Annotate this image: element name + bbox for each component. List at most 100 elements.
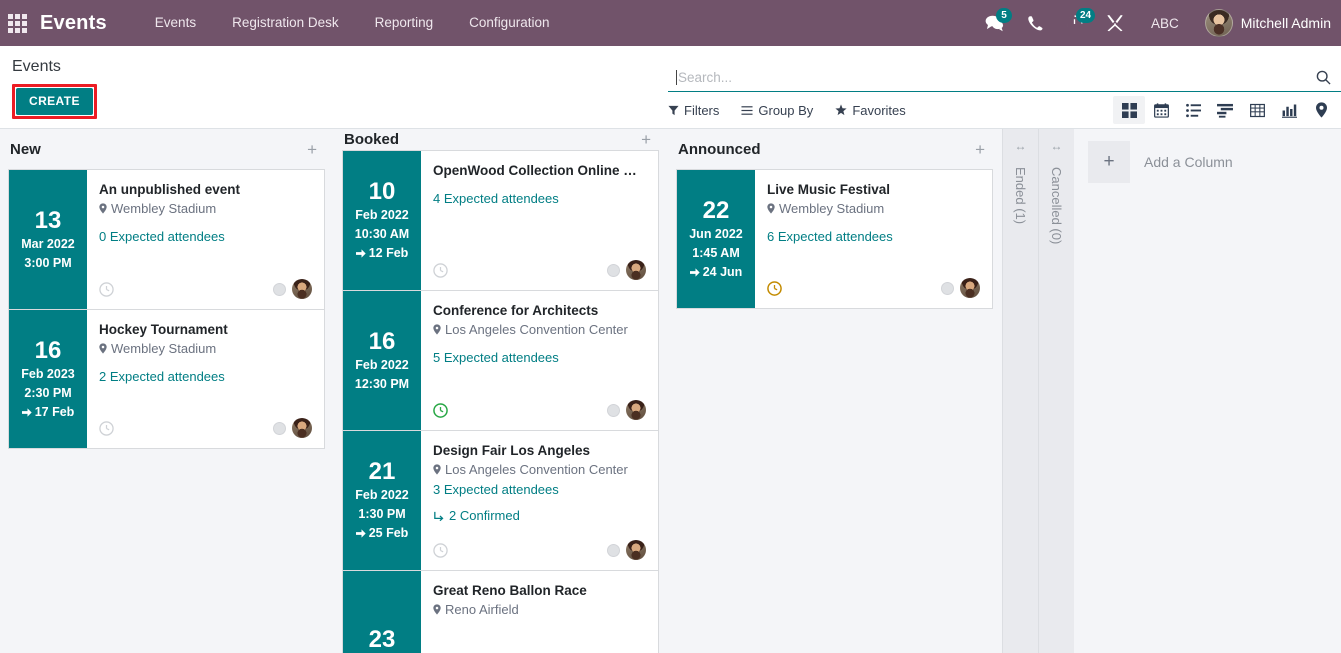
kanban-column-title: New — [10, 140, 41, 158]
view-button-gantt[interactable] — [1209, 96, 1241, 124]
map-pin-icon — [433, 604, 441, 615]
card-date-block: 16 Feb 2023 2:30 PM 17 Feb — [9, 310, 87, 448]
card-confirmed[interactable]: 2 Confirmed — [433, 507, 646, 525]
card-day: 16 — [368, 327, 396, 355]
card-location-label: Wembley Stadium — [111, 341, 217, 356]
messages-button[interactable]: 5 — [975, 0, 1015, 46]
bar-chart-icon — [1281, 104, 1297, 118]
add-column-label[interactable]: Add a Column — [1144, 141, 1233, 183]
card-attendees[interactable]: 3 Expected attendees — [433, 481, 646, 499]
view-button-map[interactable] — [1305, 96, 1337, 124]
arrow-right-icon — [689, 267, 700, 277]
apps-menu-button[interactable] — [0, 0, 34, 46]
card-body: Hockey Tournament Wembley Stadium 2 Expe… — [87, 310, 324, 448]
card-day: 23 — [368, 626, 396, 653]
card-footer-right — [273, 418, 312, 438]
kanban-column-folded-ended[interactable]: ↔ Ended (1) — [1002, 129, 1038, 653]
card-date-block: 10 Feb 2022 10:30 AM 12 Feb — [343, 151, 421, 290]
kanban-status-dot[interactable] — [273, 421, 286, 435]
kanban-card-list: 10 Feb 2022 10:30 AM 12 Feb OpenWood Col… — [342, 150, 659, 653]
card-footer-right — [607, 400, 646, 420]
kanban-status-dot[interactable] — [607, 543, 620, 557]
card-location: Los Angeles Convention Center — [433, 460, 646, 479]
card-attendees[interactable]: 6 Expected attendees — [767, 228, 980, 246]
add-record-icon[interactable]: + — [971, 139, 989, 160]
card-location: Wembley Stadium — [99, 339, 312, 358]
menu-item-reporting[interactable]: Reporting — [357, 0, 452, 46]
view-button-graph[interactable] — [1273, 96, 1305, 124]
view-switcher — [1113, 96, 1337, 124]
kanban-status-dot[interactable] — [273, 282, 286, 296]
tools-button[interactable] — [1095, 0, 1135, 46]
card-body: Live Music Festival Wembley Stadium 6 Ex… — [755, 170, 992, 308]
card-location-label: Los Angeles Convention Center — [445, 462, 628, 477]
view-button-pivot[interactable] — [1241, 96, 1273, 124]
add-record-icon[interactable]: + — [303, 139, 321, 160]
app-brand-events[interactable]: Events — [34, 12, 115, 35]
menu-item-registration-desk[interactable]: Registration Desk — [214, 0, 357, 46]
card-assignee-avatar[interactable] — [960, 278, 980, 298]
menu-item-events[interactable]: Events — [137, 0, 214, 46]
expand-column-icon[interactable]: ↔ — [1051, 139, 1063, 153]
activities-button[interactable]: 24 — [1055, 0, 1096, 46]
card-body: Great Reno Ballon Race Reno Airfield — [421, 571, 658, 653]
favorites-dropdown[interactable]: Favorites — [835, 103, 918, 118]
card-attendees[interactable]: 2 Expected attendees — [99, 368, 312, 386]
expand-column-icon[interactable]: ↔ — [1015, 139, 1027, 153]
card-date-block: 21 Feb 2022 1:30 PM 25 Feb — [343, 431, 421, 570]
kanban-column-header: Booked + — [342, 129, 659, 150]
user-avatar — [1204, 9, 1233, 37]
kanban-card[interactable]: 22 Jun 2022 1:45 AM 24 Jun Live Music Fe… — [676, 169, 993, 309]
card-location: Wembley Stadium — [99, 199, 312, 218]
card-assignee-avatar[interactable] — [292, 279, 312, 299]
filters-dropdown[interactable]: Filters — [668, 103, 732, 118]
card-time: 3:00 PM — [24, 255, 72, 270]
card-body: OpenWood Collection Online Re... 4 Expec… — [421, 151, 658, 290]
kanban-status-dot[interactable] — [607, 263, 620, 277]
view-button-kanban[interactable] — [1113, 96, 1145, 124]
search-icon[interactable] — [1316, 70, 1333, 85]
filter-funnel-icon — [668, 105, 679, 115]
kanban-card[interactable]: 23 Great Reno Ballon Race Reno Airfield — [342, 570, 659, 653]
card-time: 12:30 PM — [354, 376, 410, 391]
groupby-label: Group By — [758, 102, 814, 118]
phone-button[interactable] — [1015, 0, 1055, 46]
groupby-dropdown[interactable]: Group By — [741, 103, 826, 118]
card-assignee-avatar[interactable] — [626, 260, 646, 280]
card-assignee-avatar[interactable] — [626, 400, 646, 420]
card-end-label: 24 Jun — [702, 264, 743, 279]
company-switcher[interactable]: ABC — [1135, 16, 1195, 31]
search-input[interactable] — [677, 69, 1316, 85]
user-menu[interactable]: Mitchell Admin — [1195, 9, 1331, 37]
kanban-column-folded-cancelled[interactable]: ↔ Cancelled (0) — [1038, 129, 1074, 653]
card-month: Feb 2023 — [21, 366, 75, 381]
view-button-calendar[interactable] — [1145, 96, 1177, 124]
add-record-icon[interactable]: + — [637, 129, 655, 150]
card-end-label: 12 Feb — [368, 246, 409, 260]
card-assignee-avatar[interactable] — [626, 540, 646, 560]
control-panel: Events CREATE Filters — [0, 46, 1341, 129]
kanban-status-dot[interactable] — [941, 281, 954, 295]
card-attendees[interactable]: 4 Expected attendees — [433, 190, 646, 208]
kanban-card[interactable]: 21 Feb 2022 1:30 PM 25 Feb Design Fair L… — [342, 430, 659, 570]
view-button-list[interactable] — [1177, 96, 1209, 124]
card-assignee-avatar[interactable] — [292, 418, 312, 438]
arrow-right-icon — [355, 249, 366, 258]
kanban-card[interactable]: 16 Feb 2022 12:30 PM Conference for Arch… — [342, 290, 659, 430]
kanban-status-dot[interactable] — [607, 403, 620, 417]
card-location: Los Angeles Convention Center — [433, 320, 646, 339]
card-attendees[interactable]: 0 Expected attendees — [99, 228, 312, 246]
phone-icon — [1028, 16, 1043, 31]
map-pin-icon — [767, 203, 775, 214]
kanban-card[interactable]: 16 Feb 2023 2:30 PM 17 Feb Hockey Tourna… — [8, 309, 325, 449]
create-button[interactable]: CREATE — [16, 88, 93, 115]
kanban-card[interactable]: 13 Mar 2022 3:00 PM An unpublished event… — [8, 169, 325, 309]
card-day: 10 — [368, 178, 396, 205]
arrow-right-icon — [355, 529, 366, 538]
card-end-label: 25 Feb — [368, 526, 409, 540]
bars-icon — [741, 105, 753, 115]
kanban-card[interactable]: 10 Feb 2022 10:30 AM 12 Feb OpenWood Col… — [342, 150, 659, 290]
add-column-button[interactable]: + — [1088, 141, 1130, 183]
card-attendees[interactable]: 5 Expected attendees — [433, 349, 646, 367]
menu-item-configuration[interactable]: Configuration — [451, 0, 567, 46]
